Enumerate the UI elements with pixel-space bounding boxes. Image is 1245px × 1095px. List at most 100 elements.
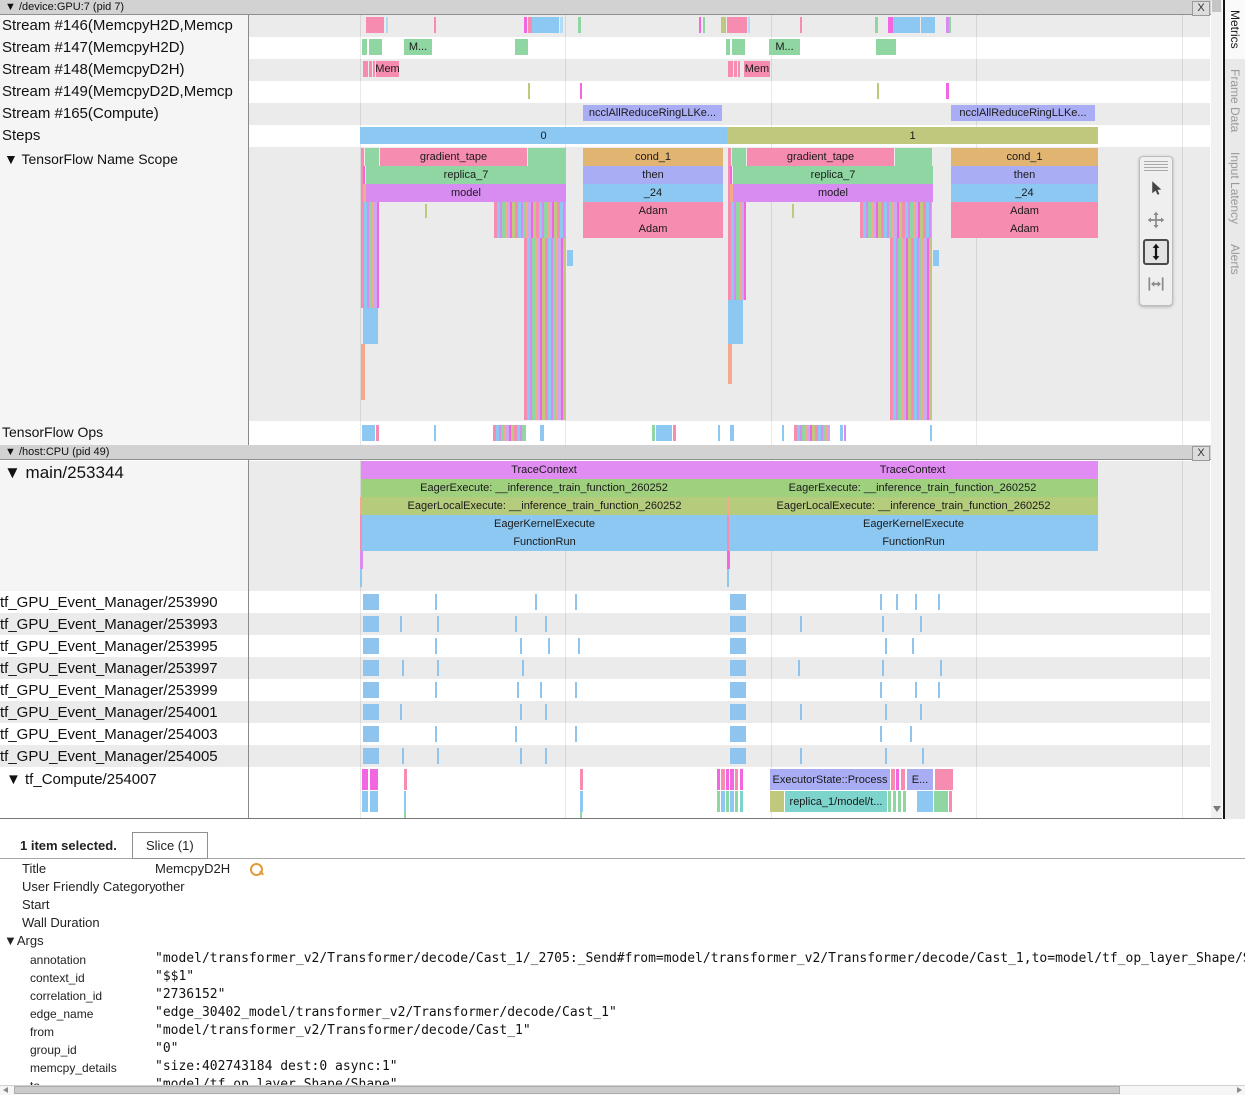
trace-slice[interactable] — [575, 682, 577, 698]
trace-slice[interactable] — [730, 769, 734, 790]
trace-slice[interactable] — [721, 769, 725, 790]
trace-slice[interactable]: TraceContext — [727, 461, 1098, 479]
trace-slice[interactable] — [782, 425, 784, 441]
trace-slice[interactable] — [515, 39, 528, 55]
trace-slice[interactable] — [520, 704, 522, 720]
trace-slice-cluster[interactable] — [493, 425, 526, 441]
trace-slice[interactable]: ncclAllReduceRingLLKe... — [583, 105, 722, 121]
trace-slice[interactable] — [520, 638, 522, 654]
trace-slice[interactable] — [882, 616, 884, 632]
trace-slice[interactable] — [532, 17, 559, 33]
trace-slice-cluster[interactable] — [361, 238, 379, 308]
trace-slice[interactable] — [363, 748, 379, 764]
trace-slice[interactable] — [528, 83, 530, 99]
trace-slice[interactable] — [560, 17, 563, 33]
trace-slice[interactable] — [920, 616, 922, 632]
trace-slice[interactable] — [935, 769, 953, 790]
trace-slice[interactable] — [893, 791, 896, 812]
trace-slice[interactable] — [580, 791, 583, 812]
trace-slice[interactable] — [915, 682, 917, 698]
palette-drag-handle-icon[interactable] — [1144, 161, 1168, 171]
trace-slice[interactable] — [840, 425, 843, 441]
trace-slice[interactable]: EagerExecute: __inference_train_function… — [361, 479, 727, 497]
trace-slice[interactable]: model — [733, 184, 933, 202]
trace-slice[interactable] — [933, 250, 939, 266]
trace-slice[interactable] — [703, 17, 705, 33]
trace-slice[interactable] — [875, 17, 878, 33]
tab-alerts[interactable]: Alerts — [1225, 234, 1245, 285]
track-label[interactable]: ▼ main/253344 — [4, 463, 124, 483]
trace-slice[interactable] — [877, 83, 879, 99]
trace-slice[interactable] — [515, 726, 517, 742]
trace-slice[interactable] — [673, 425, 676, 441]
trace-slice[interactable] — [726, 39, 730, 55]
scroll-right-arrow-icon[interactable] — [1237, 1087, 1242, 1093]
trace-slice[interactable] — [363, 660, 379, 676]
trace-slice[interactable] — [400, 616, 402, 632]
cpu-section-close-button[interactable]: X — [1192, 446, 1210, 461]
trace-slice[interactable] — [728, 148, 731, 166]
trace-slice[interactable] — [402, 748, 404, 764]
trace-slice[interactable]: _24 — [951, 184, 1098, 202]
trace-slice[interactable]: Adam — [583, 202, 723, 220]
trace-slice[interactable] — [522, 660, 524, 676]
trace-slice[interactable] — [730, 682, 746, 698]
trace-slice[interactable] — [896, 769, 899, 790]
trace-slice[interactable] — [545, 748, 547, 764]
trace-slice[interactable] — [362, 39, 367, 55]
trace-slice[interactable] — [721, 17, 726, 33]
tab-input-latency[interactable]: Input Latency — [1225, 142, 1245, 234]
trace-slice[interactable]: FunctionRun — [362, 533, 727, 551]
trace-slice[interactable]: gradient_tape — [747, 148, 894, 166]
trace-slice[interactable] — [548, 638, 550, 654]
trace-slice[interactable] — [730, 616, 746, 632]
trace-slice[interactable] — [912, 638, 914, 654]
trace-slice[interactable]: Mem — [376, 61, 399, 77]
trace-slice[interactable] — [699, 17, 701, 33]
trace-slice[interactable]: ncclAllReduceRingLLKe... — [951, 105, 1095, 121]
trace-slice[interactable]: FunctionRun — [729, 533, 1098, 551]
trace-slice[interactable] — [920, 704, 922, 720]
trace-slice[interactable]: EagerKernelExecute — [362, 515, 727, 533]
trace-slice[interactable] — [727, 551, 730, 569]
trace-slice[interactable] — [730, 638, 746, 654]
trace-slice[interactable] — [730, 726, 746, 742]
trace-slice[interactable] — [938, 682, 940, 698]
trace-slice[interactable] — [535, 594, 537, 610]
trace-slice[interactable] — [369, 61, 372, 77]
trace-slice[interactable] — [434, 17, 436, 33]
trace-slice[interactable] — [575, 726, 577, 742]
trace-slice[interactable]: ExecutorState::Process — [770, 769, 890, 790]
trace-slice[interactable]: _24 — [583, 184, 723, 202]
cpu-section-header[interactable]: ▼ /host:CPU (pid 49) X — [0, 445, 1211, 460]
scroll-left-arrow-icon[interactable] — [3, 1087, 8, 1093]
trace-slice[interactable] — [363, 61, 368, 77]
trace-slice[interactable] — [402, 660, 404, 676]
trace-slice[interactable] — [938, 594, 940, 610]
trace-slice[interactable] — [540, 682, 542, 698]
trace-slice[interactable] — [740, 769, 743, 790]
trace-slice[interactable] — [360, 569, 362, 587]
trace-slice[interactable]: EagerKernelExecute — [729, 515, 1098, 533]
trace-slice[interactable] — [652, 425, 655, 441]
trace-slice[interactable]: E... — [907, 769, 933, 790]
trace-slice[interactable] — [949, 791, 952, 812]
trace-slice[interactable] — [800, 17, 802, 33]
trace-slice[interactable] — [732, 39, 745, 55]
trace-slice[interactable] — [940, 660, 942, 676]
trace-slice[interactable] — [734, 61, 737, 77]
trace-slice[interactable]: EagerExecute: __inference_train_function… — [727, 479, 1098, 497]
trace-slice[interactable] — [880, 594, 882, 610]
trace-slice[interactable] — [934, 791, 948, 812]
trace-slice[interactable] — [363, 726, 379, 742]
trace-slice[interactable]: M... — [404, 39, 432, 55]
trace-slice[interactable] — [903, 791, 906, 812]
trace-slice[interactable] — [545, 704, 547, 720]
trace-slice[interactable] — [876, 39, 896, 55]
trace-slice[interactable] — [893, 17, 920, 33]
trace-slice[interactable] — [718, 425, 720, 441]
trace-slice[interactable]: cond_1 — [583, 148, 723, 166]
trace-slice[interactable] — [370, 791, 378, 812]
trace-slice[interactable] — [885, 638, 887, 654]
trace-slice[interactable] — [578, 638, 580, 654]
